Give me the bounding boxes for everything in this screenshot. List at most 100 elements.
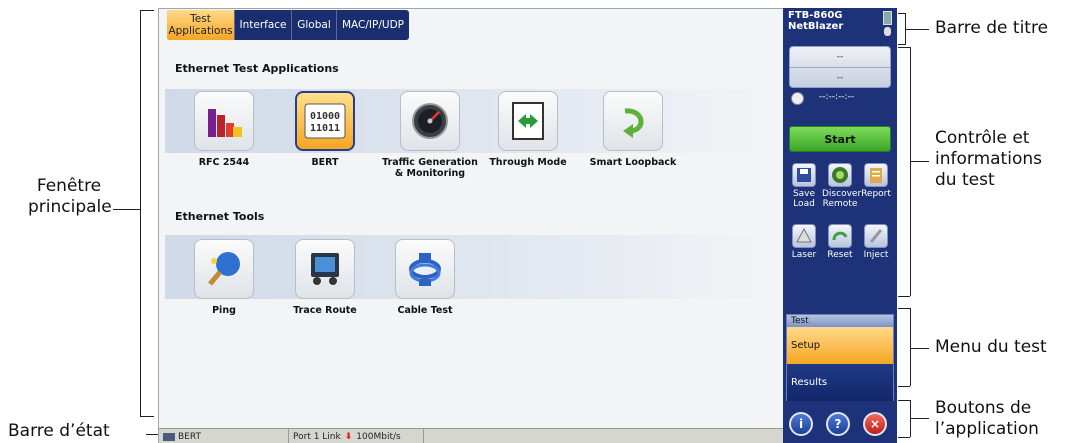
exit-button[interactable]: ×	[863, 412, 887, 436]
timer-bottom-value: --	[790, 67, 890, 87]
app-rfc2544[interactable]: RFC 2544	[179, 91, 269, 168]
timer-top-value: --	[836, 52, 844, 62]
tool-trace-route-label: Trace Route	[293, 305, 357, 316]
trace-route-icon	[295, 239, 355, 299]
save-load-button[interactable]: Save Load	[786, 163, 822, 209]
leader-title	[905, 29, 929, 30]
laser-button[interactable]: Laser	[786, 224, 822, 260]
status-port-link: Port 1 Link	[293, 431, 341, 442]
menu-item-setup[interactable]: Setup	[787, 327, 893, 364]
callout-status-bar: Barre d’état	[8, 421, 110, 441]
status-bar: BERT Port 1 Link ⬇ 100Mbit/s	[159, 428, 784, 443]
laser-icon	[792, 224, 816, 248]
bracket-title	[905, 13, 906, 44]
callout-app-buttons-line1: Boutons de	[935, 398, 1032, 418]
load-label: Load	[793, 199, 815, 209]
callout-app-buttons: Boutons de l’application	[935, 398, 1039, 440]
reset-label: Reset	[827, 250, 853, 260]
save-label: Save	[792, 189, 816, 199]
tool-cable-test-label: Cable Test	[397, 305, 453, 316]
discover-icon	[828, 163, 852, 187]
leader-main	[113, 209, 140, 210]
help-button[interactable]: ?	[826, 412, 850, 436]
laser-label: Laser	[791, 250, 817, 260]
start-button[interactable]: Start	[789, 126, 891, 152]
inject-icon	[864, 224, 888, 248]
app-smart-loopback[interactable]: Smart Loopback	[584, 91, 682, 168]
bracket-main-bottom	[140, 416, 154, 417]
bracket-title-top	[898, 13, 906, 14]
inject-label: Inject	[863, 250, 889, 260]
tool-cable-test[interactable]: Cable Test	[380, 239, 470, 316]
app-traffic-generation[interactable]: Traffic Generation & Monitoring	[380, 91, 480, 179]
title-bar: FTB-860G NetBlazer	[788, 10, 843, 32]
report-button[interactable]: Report	[858, 163, 894, 199]
application-window: Test Applications Interface Global MAC/I…	[158, 8, 784, 443]
status-test-name: BERT	[178, 431, 201, 442]
leader-menu	[910, 348, 929, 349]
elapsed-time: --:--:--:--	[819, 92, 855, 102]
menu-item-results[interactable]: Results	[787, 364, 893, 401]
callout-test-control-line2: informations	[935, 149, 1042, 169]
tool-ping-label: Ping	[212, 305, 236, 316]
tab-bar: Test Applications Interface Global MAC/I…	[167, 10, 409, 40]
section-title-tools: Ethernet Tools	[175, 210, 265, 223]
battery-icon	[883, 11, 892, 25]
leader-buttons	[910, 418, 929, 419]
bracket-control	[910, 47, 911, 296]
app-through-mode[interactable]: Through Mode	[483, 91, 573, 168]
status-port: Port 1 Link ⬇ 100Mbit/s	[289, 428, 424, 443]
bracket-buttons	[910, 400, 911, 437]
discover-remote-button[interactable]: Discover Remote	[822, 163, 862, 209]
reset-icon	[828, 224, 852, 248]
remote-label: Remote	[822, 199, 858, 209]
bracket-menu-top	[898, 308, 910, 309]
main-window: Test Applications Interface Global MAC/I…	[159, 9, 784, 428]
cable-icon	[395, 239, 455, 299]
test-menu-header: Test	[787, 315, 893, 327]
help-icon: ?	[834, 417, 842, 431]
app-bert[interactable]: 01000 11011 BERT	[280, 91, 370, 168]
callout-title-bar: Barre de titre	[935, 18, 1049, 38]
tab-test-applications[interactable]: Test Applications	[167, 10, 235, 40]
bracket-title-bottom	[898, 44, 906, 45]
callout-test-control-line3: du test	[935, 170, 995, 190]
tab-mac-ip-udp[interactable]: MAC/IP/UDP	[337, 10, 409, 40]
tab-interface[interactable]: Interface	[235, 10, 292, 40]
tab-global[interactable]: Global	[292, 10, 337, 40]
tab-test-applications-line1: Test	[190, 13, 211, 25]
info-button[interactable]: i	[789, 412, 813, 436]
gauge-icon	[400, 91, 460, 151]
status-test: BERT	[159, 428, 289, 443]
bracket-main-top	[140, 10, 154, 11]
discover-label: Discover	[822, 189, 862, 199]
tab-test-applications-line2: Applications	[168, 25, 233, 37]
callout-test-control-line1: Contrôle et	[935, 128, 1030, 148]
app-through-mode-label: Through Mode	[489, 157, 567, 168]
leader-status	[146, 434, 158, 435]
binary-icon: 01000 11011	[295, 91, 355, 151]
arrows-icon	[498, 91, 558, 151]
device-name: NetBlazer	[788, 21, 844, 32]
tool-ping[interactable]: Ping	[179, 239, 269, 316]
bracket-menu-bottom	[898, 386, 910, 387]
callout-main-window: Fenêtre principale	[28, 176, 112, 218]
inject-button[interactable]: Inject	[858, 224, 894, 260]
svg-text:11011: 11011	[310, 123, 340, 134]
app-traffic-generation-label: Traffic Generation & Monitoring	[382, 157, 478, 179]
test-control-panel: FTB-860G NetBlazer -- -- --:--:--:-- Sta…	[783, 8, 897, 443]
info-icon: i	[798, 417, 804, 431]
bar-chart-icon	[194, 91, 254, 151]
test-menu: Test Setup Results	[786, 314, 894, 401]
close-icon: ×	[869, 417, 881, 431]
callout-test-menu: Menu du test	[935, 337, 1047, 357]
app-smart-loopback-label: Smart Loopback	[589, 157, 677, 168]
ping-pong-icon	[194, 239, 254, 299]
bracket-control-bottom	[898, 296, 910, 297]
callout-main-window-line1: Fenêtre	[36, 176, 102, 196]
callout-app-buttons-line2: l’application	[935, 419, 1039, 439]
tool-trace-route[interactable]: Trace Route	[280, 239, 370, 316]
reset-button[interactable]: Reset	[822, 224, 858, 260]
status-speed: 100Mbit/s	[356, 431, 401, 442]
report-label: Report	[861, 189, 891, 199]
